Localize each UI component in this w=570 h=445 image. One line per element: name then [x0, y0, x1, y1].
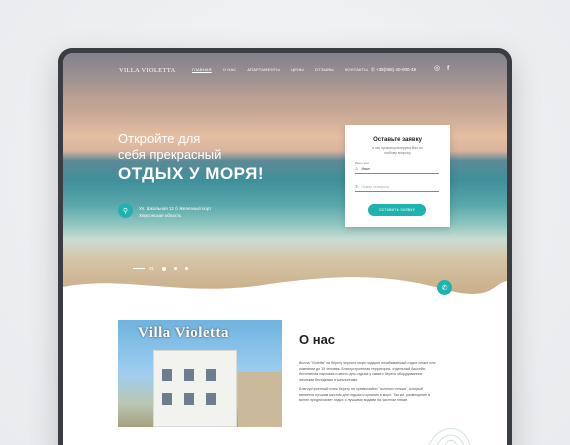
phone-field-icon: ✆ — [355, 184, 359, 189]
header-phone[interactable]: ✆ +38(068) 40-000-48 — [371, 67, 416, 73]
request-form: Оставьте заявку и мы проконсультируем Ва… — [345, 125, 450, 227]
villa-sign: Villa Violetta — [138, 325, 230, 341]
menu-item-apartments[interactable]: АПАРТАМЕНТЫ — [247, 67, 280, 72]
instagram-icon[interactable]: ◎ — [434, 65, 440, 73]
name-field[interactable]: Ваше имя ♙ Иван — [355, 161, 439, 174]
about-text: Вилла "Violetta" на берегу черного моря … — [299, 361, 437, 408]
location-pin-icon: ⚲ — [118, 203, 133, 218]
address-line-2: Херсонская область — [139, 213, 182, 218]
hero-section: VILLA VIOLETTA ГЛАВНАЯ О НАС АПАРТАМЕНТЫ… — [63, 53, 507, 298]
about-title: О нас — [299, 332, 336, 347]
address-line-1: Ул. Школьная 12 б Железный порт — [139, 206, 212, 211]
menu-item-home[interactable]: ГЛАВНАЯ — [192, 67, 212, 72]
top-nav: VILLA VIOLETTA ГЛАВНАЯ О НАС АПАРТАМЕНТЫ… — [63, 65, 507, 79]
about-paragraph-2: Благоустроенный пляж берегу на чрезвычай… — [299, 387, 431, 402]
submit-button[interactable]: ОСТАВИТЬ ЗАЯВКУ — [368, 204, 426, 216]
hero-address: ⚲ Ул. Школьная 12 б Железный порт Херсон… — [118, 203, 211, 219]
hero-line-2: себя прекрасный — [118, 147, 222, 162]
phone-call-icon: ✆ — [441, 284, 448, 292]
form-title: Оставьте заявку — [373, 137, 422, 143]
menu-item-reviews[interactable]: ОТЗЫВЫ — [315, 67, 334, 72]
slider-dot-2[interactable] — [174, 267, 178, 270]
user-icon: ♙ — [355, 166, 359, 171]
villa-building — [153, 350, 237, 427]
browser-screen: VILLA VIOLETTA ГЛАВНАЯ О НАС АПАРТАМЕНТЫ… — [63, 53, 507, 445]
device-frame: VILLA VIOLETTA ГЛАВНАЯ О НАС АПАРТАМЕНТЫ… — [58, 48, 512, 445]
phone-icon: ✆ — [371, 67, 375, 72]
menu-item-contacts[interactable]: КОНТАКТЫ — [345, 67, 368, 72]
hero-headline: Откройте для себя прекрасный ОТДЫХ У МОР… — [118, 131, 264, 185]
slider-controls: 01 — [133, 266, 189, 271]
phone-field[interactable]: ✆ Номер телефона — [355, 183, 439, 192]
site-logo[interactable]: VILLA VIOLETTA — [119, 67, 175, 74]
hero-line-1: Откройте для — [118, 131, 201, 146]
slider-line — [133, 268, 145, 269]
menu-item-prices[interactable]: ЦЕНЫ — [291, 67, 304, 72]
slider-dot-1[interactable] — [162, 266, 167, 271]
header-phone-number: +38(068) 40-000-48 — [376, 67, 416, 72]
call-button[interactable]: ✆ — [437, 280, 452, 295]
slider-dot-3[interactable] — [185, 267, 189, 270]
facebook-icon[interactable]: f — [447, 65, 449, 73]
neighbor-building — [238, 372, 282, 427]
form-subtitle: и мы проконсультируем Вас по любому вопр… — [372, 146, 423, 155]
villa-photo: Villa Violetta — [118, 320, 282, 427]
about-paragraph-1: Вилла "Violetta" на берегу черного моря … — [299, 361, 436, 382]
decorative-shell-icon — [429, 428, 471, 445]
slide-number: 01 — [149, 266, 155, 271]
phone-placeholder: Номер телефона — [361, 184, 390, 189]
social-links: ◎ f — [434, 65, 449, 73]
main-menu: ГЛАВНАЯ О НАС АПАРТАМЕНТЫ ЦЕНЫ ОТЗЫВЫ КО… — [192, 67, 368, 72]
name-value: Иван — [361, 166, 370, 171]
menu-item-about[interactable]: О НАС — [223, 67, 237, 72]
hero-line-3: ОТДЫХ У МОРЯ! — [118, 164, 264, 183]
